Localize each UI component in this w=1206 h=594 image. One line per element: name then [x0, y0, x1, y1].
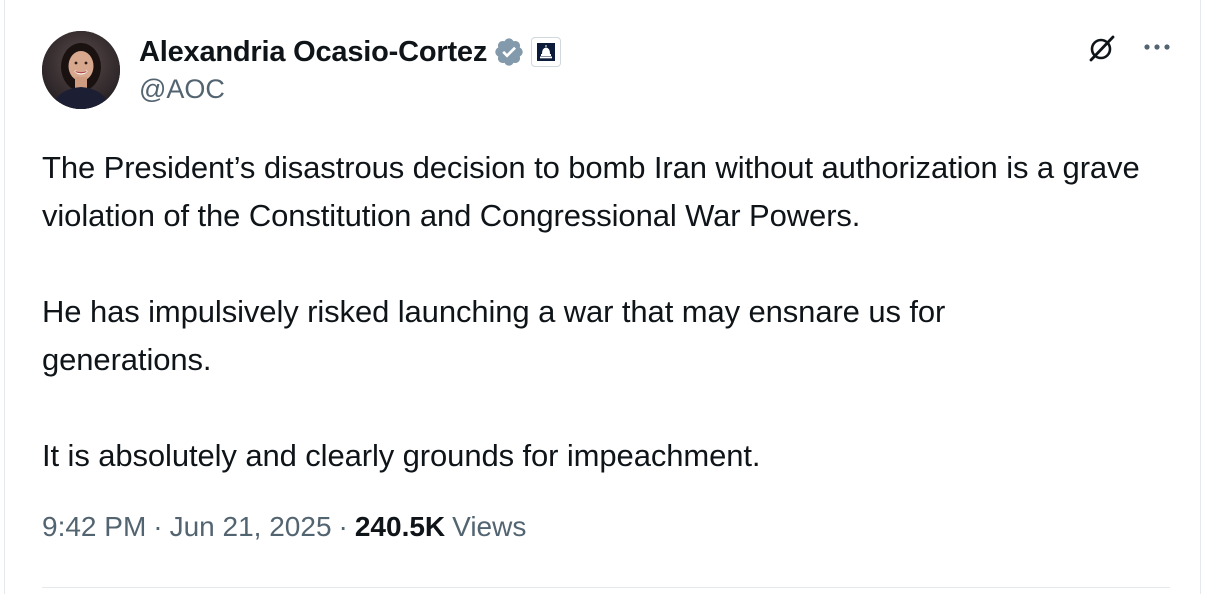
tweet-time[interactable]: 9:42 PM	[42, 511, 146, 543]
meta-separator: ·	[153, 511, 163, 542]
author-name-row: Alexandria Ocasio-Cortez	[139, 34, 562, 70]
tweet-card: Alexandria Ocasio-Cortez @AOC The Presid…	[4, 0, 1201, 594]
views-label: Views	[452, 511, 527, 542]
avatar[interactable]	[42, 31, 120, 109]
grok-icon[interactable]	[1084, 30, 1120, 66]
meta-separator: ·	[338, 511, 348, 542]
divider	[42, 587, 1170, 588]
tweet-paragraph: The President’s disastrous decision to b…	[42, 150, 1140, 233]
views-count[interactable]: 240.5K	[355, 511, 445, 543]
capitol-dome-icon[interactable]	[531, 37, 562, 67]
more-options-icon[interactable]	[1139, 32, 1175, 62]
tweet-meta: 9:42 PM · Jun 21, 2025 · 240.5K Views	[42, 511, 526, 543]
tweet-paragraph: It is absolutely and clearly grounds for…	[42, 438, 761, 473]
tweet-date[interactable]: Jun 21, 2025	[170, 511, 332, 543]
verified-badge-icon[interactable]	[493, 36, 525, 68]
tweet-paragraph: He has impulsively risked launching a wa…	[42, 294, 946, 377]
author-handle[interactable]: @AOC	[139, 74, 225, 105]
author-display-name[interactable]: Alexandria Ocasio-Cortez	[139, 36, 487, 69]
tweet-text: The President’s disastrous decision to b…	[42, 144, 1172, 480]
